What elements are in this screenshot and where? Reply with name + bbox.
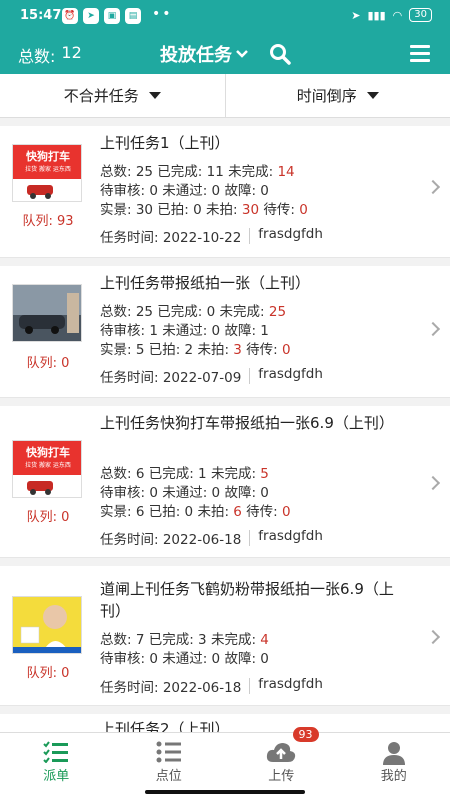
list-check-icon — [43, 741, 69, 763]
task-stats-review: 待审核: 0 未通过: 0 故障: 0 — [100, 651, 269, 667]
task-stats-review: 待审核: 0 未通过: 0 故障: 0 — [100, 485, 269, 501]
sort-filter-dropdown[interactable]: 时间倒序 — [224, 74, 450, 117]
merge-filter-dropdown[interactable]: 不合并任务 — [0, 74, 225, 117]
task-time: 任务时间: 2022-07-09 — [100, 370, 242, 386]
sort-filter-label: 时间倒序 — [296, 87, 357, 105]
list-icon — [156, 741, 181, 763]
chevron-right-icon — [425, 475, 441, 491]
status-bar: 15:47 ⏰ ➤ ▣ ▤ •• ➤ ▮▮▮ ◠ 30 — [0, 0, 450, 34]
battery-icon: 30 — [409, 8, 432, 22]
tab-label: 点位 — [155, 769, 182, 784]
search-icon[interactable] — [268, 42, 292, 66]
task-stats-total: 总数: 6 已完成: 1 未完成: 5 — [100, 466, 269, 482]
tab-dispatch[interactable]: 派单 — [0, 733, 113, 800]
task-thumbnail: 快狗打车 拉货 搬家 运东西 — [12, 440, 82, 498]
svg-text:拉货 搬家 运东西: 拉货 搬家 运东西 — [25, 461, 71, 469]
person-icon — [382, 742, 405, 765]
chevron-right-icon — [425, 179, 441, 195]
telegram-icon: ➤ — [83, 8, 99, 24]
queue-count: 队列: 93 — [22, 214, 74, 229]
status-time: 15:47 — [20, 8, 62, 23]
merge-filter-label: 不合并任务 — [63, 87, 139, 105]
task-title: 道闸上刊任务飞鹤奶粉带报纸拍一张6.9（上刊） — [100, 580, 394, 620]
task-stats-total: 总数: 25 已完成: 0 未完成: 25 — [100, 304, 287, 320]
task-user: frasdgfdh — [258, 528, 323, 544]
app-bar: 总数: 12 投放任务 — [0, 34, 450, 74]
location-icon: ➤ — [351, 8, 361, 22]
task-stats-photo: 实景: 6 已拍: 0 未拍: 6 待传: 0 — [100, 504, 291, 520]
task-stats-total: 总数: 7 已完成: 3 未完成: 4 — [100, 632, 269, 648]
chevron-down-icon — [236, 50, 248, 58]
alarm-icon: ⏰ — [62, 8, 78, 24]
filter-bar: 不合并任务 时间倒序 — [0, 74, 450, 118]
task-user: frasdgfdh — [258, 676, 323, 692]
tab-mine[interactable]: 我的 — [338, 733, 450, 800]
task-card[interactable]: 队列: 0 上刊任务带报纸拍一张（上刊） 总数: 25 已完成: 0 未完成: … — [0, 266, 450, 398]
chevron-right-icon — [425, 321, 441, 337]
wifi-icon: ◠ — [392, 8, 403, 22]
caret-down-icon — [366, 92, 379, 99]
signal-icon: ▮▮▮ — [367, 8, 386, 22]
task-user: frasdgfdh — [258, 226, 323, 242]
task-time: 任务时间: 2022-06-18 — [100, 532, 242, 548]
task-thumbnail — [12, 284, 82, 342]
title-dropdown[interactable]: 投放任务 — [160, 41, 248, 67]
task-thumbnail — [12, 596, 82, 654]
menu-icon[interactable] — [410, 45, 430, 66]
task-count: 总数: 12 — [18, 43, 82, 67]
app-notification-icon-2: ▤ — [125, 8, 141, 24]
task-meta: 任务时间: 2022-10-22 frasdgfdh — [100, 226, 323, 246]
tab-label: 上传 — [268, 769, 295, 784]
app-notification-icon: ▣ — [104, 8, 120, 24]
queue-count: 队列: 0 — [26, 666, 70, 681]
task-list: 快狗打车 拉货 搬家 运东西 队列: 93 上刊任务1（上刊） 总数: 25 已… — [0, 126, 450, 732]
task-meta: 任务时间: 2022-07-09 frasdgfdh — [100, 366, 323, 386]
task-stats-total: 总数: 25 已完成: 11 未完成: 14 — [100, 164, 295, 180]
task-user: frasdgfdh — [258, 366, 323, 382]
task-stats-review: 待审核: 0 未通过: 0 故障: 0 — [100, 183, 269, 199]
upload-badge: 93 — [292, 727, 319, 742]
svg-text:快狗打车: 快狗打车 — [25, 149, 70, 163]
cloud-upload-icon — [267, 743, 296, 762]
page-title: 投放任务 — [160, 45, 232, 66]
notification-icons: ⏰ ➤ ▣ ▤ — [62, 8, 141, 24]
task-meta: 任务时间: 2022-06-18 frasdgfdh — [100, 528, 323, 548]
tab-label: 派单 — [43, 769, 70, 784]
task-stats-photo: 实景: 30 已拍: 0 未拍: 30 待传: 0 — [100, 202, 308, 218]
task-stats-review: 待审核: 1 未通过: 0 故障: 1 — [100, 323, 269, 339]
svg-text:快狗打车: 快狗打车 — [25, 445, 70, 459]
svg-text:拉货 搬家 运东西: 拉货 搬家 运东西 — [25, 165, 71, 173]
queue-count: 队列: 0 — [26, 510, 70, 525]
task-count-label: 总数: — [18, 47, 56, 66]
home-indicator — [145, 790, 305, 794]
task-title: 上刊任务2（上刊） — [100, 720, 230, 732]
task-meta: 任务时间: 2022-06-18 frasdgfdh — [100, 676, 323, 696]
more-notifications-icon: •• — [152, 6, 173, 22]
task-card[interactable]: 队列: 0 道闸上刊任务飞鹤奶粉带报纸拍一张6.9（上刊） 总数: 7 已完成:… — [0, 566, 450, 706]
task-title: 上刊任务带报纸拍一张（上刊） — [100, 274, 311, 292]
tab-label: 我的 — [380, 769, 407, 784]
task-thumbnail: 快狗打车 拉货 搬家 运东西 — [12, 144, 82, 202]
task-title: 上刊任务1（上刊） — [100, 134, 230, 152]
task-card[interactable]: 快狗打车 拉货 搬家 运东西 队列: 0 上刊任务快狗打车带报纸拍一张6.9（上… — [0, 406, 450, 558]
task-card[interactable]: 快狗打车 拉货 搬家 运东西 队列: 93 上刊任务1（上刊） 总数: 25 已… — [0, 126, 450, 258]
chevron-right-icon — [425, 629, 441, 645]
queue-count: 队列: 0 — [26, 356, 70, 371]
task-time: 任务时间: 2022-06-18 — [100, 680, 242, 696]
task-count-value: 12 — [61, 43, 82, 62]
system-icons: ➤ ▮▮▮ ◠ 30 — [351, 8, 432, 22]
caret-down-icon — [148, 92, 161, 99]
task-title: 上刊任务快狗打车带报纸拍一张6.9（上刊） — [100, 414, 394, 432]
task-stats-photo: 实景: 5 已拍: 2 未拍: 3 待传: 0 — [100, 342, 291, 358]
task-time: 任务时间: 2022-10-22 — [100, 230, 242, 246]
task-card[interactable]: 上刊任务2（上刊） — [0, 714, 450, 732]
